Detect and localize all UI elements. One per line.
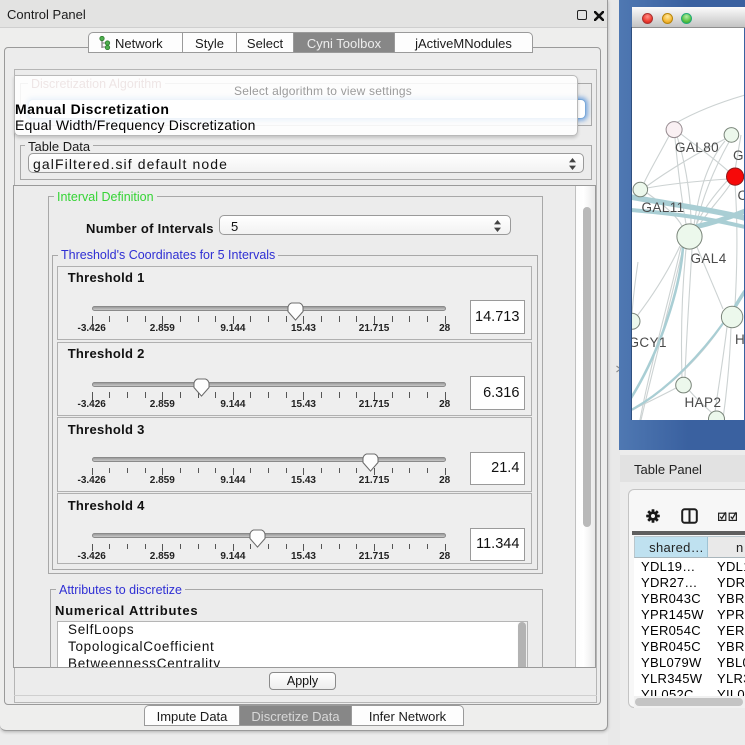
svg-text:H: H [735, 332, 744, 347]
svg-text:HAP2: HAP2 [685, 395, 722, 410]
svg-text:GAL80: GAL80 [675, 140, 719, 155]
svg-text:GCY1: GCY1 [632, 335, 667, 350]
svg-text:C: C [738, 188, 745, 203]
svg-text:GA: GA [733, 148, 744, 163]
svg-text:GAL11: GAL11 [642, 200, 685, 215]
svg-text:GAL4: GAL4 [691, 251, 727, 266]
